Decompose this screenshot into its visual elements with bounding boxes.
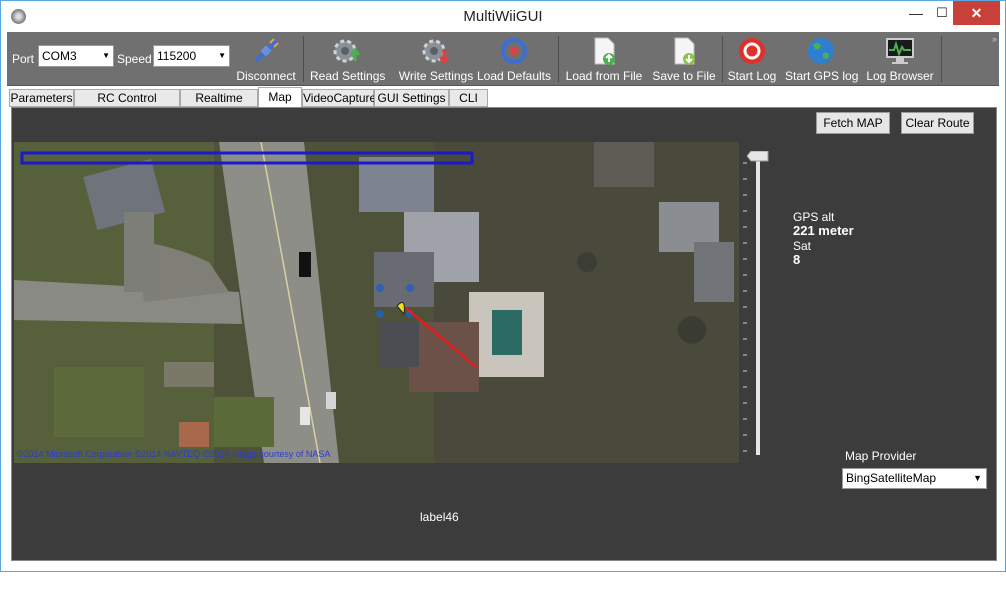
status-label: label46 — [420, 510, 459, 524]
load-from-file-label: Load from File — [565, 69, 643, 83]
speed-label: Speed — [117, 52, 152, 66]
zoom-thumb[interactable] — [746, 150, 769, 162]
start-gps-log-label: Start GPS log — [785, 69, 859, 83]
record-icon — [739, 38, 765, 64]
toolbar-separator — [941, 36, 942, 82]
chevron-down-icon: ▼ — [102, 51, 110, 60]
read-settings-button[interactable]: Read Settings — [310, 35, 386, 83]
speed-select[interactable]: 115200 ▼ — [153, 45, 230, 67]
tab-parameters[interactable]: Parameters — [9, 89, 74, 107]
gear-down-icon — [422, 39, 450, 65]
gps-alt-label: GPS alt — [793, 210, 835, 224]
map-provider-select[interactable]: BingSatelliteMap ▼ — [842, 468, 987, 489]
load-defaults-label: Load Defaults — [476, 69, 552, 83]
start-log-label: Start Log — [727, 69, 777, 83]
monitor-icon — [886, 38, 914, 64]
main-window: MultiWiiGUI — ☐ ✕ Port COM3 ▼ Speed 1152… — [0, 0, 1006, 572]
tab-gui-settings[interactable]: GUI Settings — [374, 89, 449, 107]
toolbar: Port COM3 ▼ Speed 115200 ▼ Disconnect Re… — [7, 32, 999, 86]
reset-icon — [501, 38, 527, 64]
toolbar-separator — [722, 36, 723, 82]
tab-realtime-data[interactable]: Realtime Data — [180, 89, 258, 121]
start-gps-log-button[interactable]: Start GPS log — [785, 35, 859, 83]
port-value: COM3 — [42, 49, 77, 63]
globe-icon — [808, 38, 834, 64]
start-log-button[interactable]: Start Log — [727, 35, 777, 83]
tab-map[interactable]: Map — [258, 87, 302, 108]
zoom-slider[interactable] — [741, 150, 771, 459]
file-save-icon — [674, 37, 695, 65]
tab-rc-control-settings[interactable]: RC Control Settings — [74, 89, 180, 121]
map-provider-value: BingSatelliteMap — [846, 471, 937, 485]
port-select[interactable]: COM3 ▼ — [38, 45, 114, 67]
gps-alt-value: 221 meter — [793, 223, 854, 238]
log-browser-button[interactable]: Log Browser — [865, 35, 935, 83]
satellite-map[interactable]: ~ — [14, 142, 739, 463]
save-to-file-label: Save to File — [652, 69, 716, 83]
chevron-down-icon: ▼ — [973, 473, 982, 483]
tab-videocapture[interactable]: VideoCapture — [302, 89, 376, 107]
speed-value: 115200 — [157, 49, 197, 63]
clear-route-button[interactable]: Clear Route — [901, 112, 974, 134]
write-settings-label: Write Settings — [398, 69, 474, 83]
load-from-file-button[interactable]: Load from File — [564, 35, 644, 83]
toolbar-separator — [303, 36, 304, 82]
svg-text:~: ~ — [476, 154, 481, 163]
map-provider-label: Map Provider — [845, 449, 917, 463]
disconnect-button[interactable]: Disconnect — [235, 35, 297, 83]
gear-up-icon — [333, 39, 361, 63]
close-button[interactable]: ✕ — [953, 1, 1000, 25]
toolbar-separator — [558, 36, 559, 82]
save-to-file-button[interactable]: Save to File — [650, 35, 718, 83]
sat-value: 8 — [793, 252, 801, 267]
write-settings-button[interactable]: Write Settings — [397, 35, 475, 83]
plug-icon — [254, 38, 279, 63]
overflow-chevron-icon[interactable]: » — [992, 34, 997, 44]
file-load-icon — [594, 37, 615, 65]
disconnect-label: Disconnect — [236, 69, 296, 83]
sat-label: Sat — [793, 239, 812, 253]
title-bar[interactable]: MultiWiiGUI — ☐ ✕ — [1, 1, 1005, 31]
map-copyright: ©2014 Microsoft Corporation ©2014 NAVTEQ… — [17, 449, 331, 459]
load-defaults-button[interactable]: Load Defaults — [476, 35, 552, 83]
tab-cli[interactable]: CLI — [449, 89, 488, 107]
chevron-down-icon: ▼ — [218, 51, 226, 60]
window-title: MultiWiiGUI — [463, 8, 543, 25]
fetch-map-button[interactable]: Fetch MAP — [816, 112, 890, 134]
read-settings-label: Read Settings — [310, 69, 386, 83]
log-browser-label: Log Browser — [866, 69, 934, 83]
map-imagery: ~ — [14, 142, 739, 463]
zoom-track — [743, 150, 769, 455]
port-label: Port — [12, 52, 35, 66]
